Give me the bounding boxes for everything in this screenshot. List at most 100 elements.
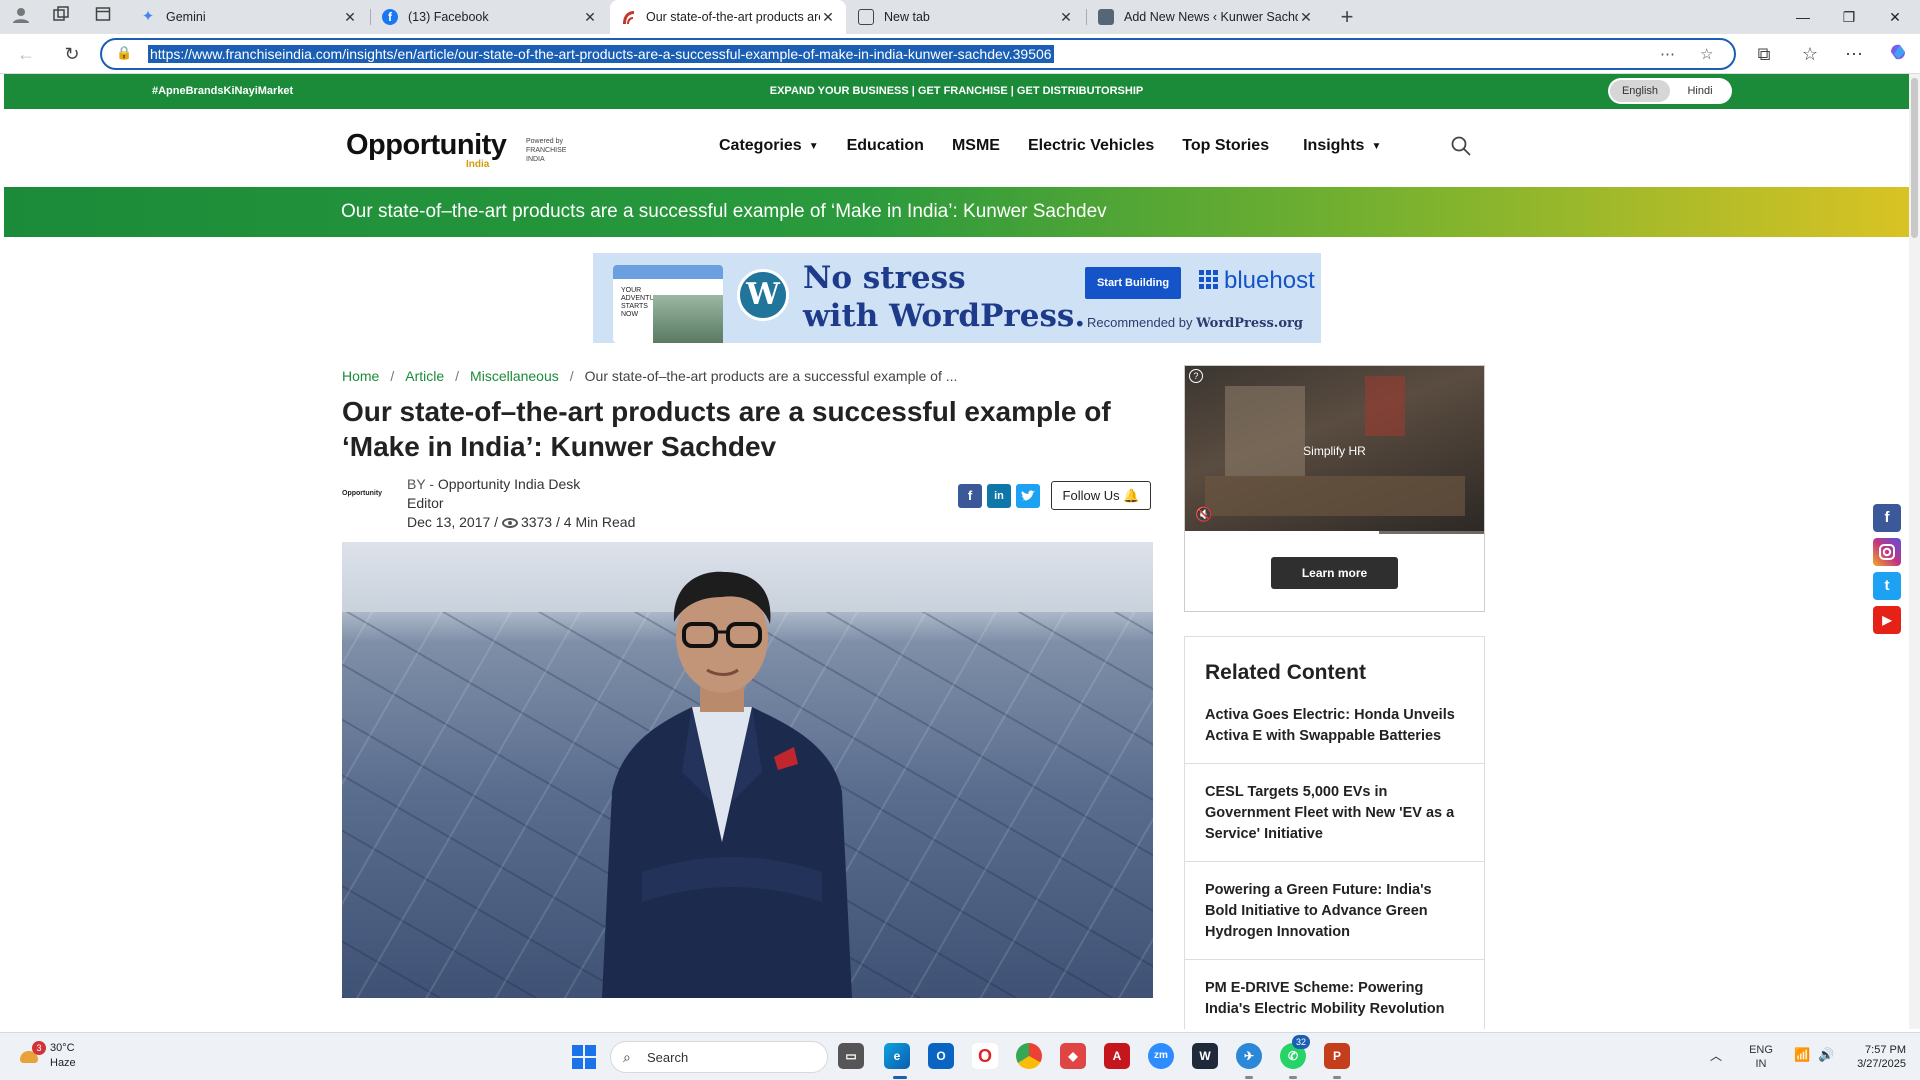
ad-recommended: Recommended by WordPress.org [1087, 315, 1303, 331]
sidebar-twitter-icon[interactable]: t [1873, 572, 1901, 600]
tab-add-new-news[interactable]: Add New News ‹ Kunwer Sachdev ✕ [1088, 0, 1324, 34]
sidebar-facebook-icon[interactable]: f [1873, 504, 1901, 532]
language-toggle[interactable]: English Hindi [1608, 78, 1732, 104]
nav-msme[interactable]: MSME [952, 137, 1000, 155]
close-window-button[interactable]: ✕ [1872, 0, 1918, 34]
logo-powered: Powered by FRANCHISE INDIA [526, 138, 567, 163]
tab-new-tab[interactable]: New tab ✕ [848, 0, 1084, 34]
workspaces-icon[interactable] [50, 6, 72, 28]
lang-line1: ENG [1749, 1044, 1773, 1056]
close-tab-icon[interactable]: ✕ [1058, 9, 1074, 26]
system-clock[interactable]: 7:57 PM 3/27/2025 [1846, 1043, 1906, 1071]
gemini-icon: ✦ [141, 8, 155, 25]
share-linkedin-icon[interactable]: in [987, 484, 1011, 508]
page-scrollbar[interactable] [1909, 74, 1920, 1029]
sidebar-youtube-icon[interactable]: ▶ [1873, 606, 1901, 634]
back-icon[interactable]: ← [14, 42, 38, 66]
bluehost-ad-banner[interactable]: YOUR ADVENTURE STARTS NOW W No stress wi… [593, 253, 1321, 343]
windows-taskbar: 3 30°C Haze ⌕ Search ▭ e O O ◆ A zm W ✈ ✆… [0, 1032, 1920, 1080]
close-tab-icon[interactable]: ✕ [1298, 9, 1314, 26]
follow-us-button[interactable]: Follow Us 🔔 [1051, 481, 1151, 510]
nav-education[interactable]: Education [847, 137, 924, 155]
weather-widget[interactable]: 3 30°C Haze [16, 1041, 76, 1071]
author-name[interactable]: Opportunity India Desk [438, 476, 580, 492]
profile-icon[interactable] [10, 6, 32, 28]
ad-website-mockup: YOUR ADVENTURE STARTS NOW [613, 265, 723, 343]
tab-label: Our state-of-the-art products are [646, 10, 820, 24]
tab-actions-icon[interactable] [92, 6, 114, 28]
close-tab-icon[interactable]: ✕ [582, 9, 598, 26]
tab-article-active[interactable]: Our state-of-the-art products are ✕ [610, 0, 846, 34]
new-tab-plus-icon[interactable]: + [1336, 6, 1358, 28]
close-tab-icon[interactable]: ✕ [342, 9, 358, 26]
share-facebook-icon[interactable]: f [958, 484, 982, 508]
bluehost-grid-icon [1199, 270, 1219, 290]
volume-icon[interactable]: 🔊 [1818, 1047, 1834, 1063]
bluehost-logo: bluehost [1199, 267, 1315, 295]
ad-info-icon[interactable]: ? [1189, 369, 1203, 383]
outlook-icon[interactable]: O [928, 1043, 954, 1069]
weather-badge: 3 [32, 1041, 46, 1055]
mute-icon[interactable]: 🔇 [1195, 506, 1212, 523]
lock-icon[interactable]: 🔒 [116, 45, 132, 61]
opera-icon[interactable]: O [972, 1043, 998, 1069]
nav-electric-vehicles[interactable]: Electric Vehicles [1028, 137, 1154, 155]
tab-facebook[interactable]: f (13) Facebook ✕ [372, 0, 608, 34]
extensions-icon[interactable]: ⧉ [1752, 42, 1776, 66]
app-icon[interactable]: W [1192, 1043, 1218, 1069]
copilot-icon[interactable] [1886, 42, 1910, 66]
related-item[interactable]: Powering a Green Future: India's Bold In… [1185, 880, 1484, 943]
related-item[interactable]: PM E-DRIVE Scheme: Powering India's Elec… [1185, 978, 1484, 1020]
input-language[interactable]: ENG IN [1746, 1043, 1776, 1071]
nav-insights[interactable]: Insights ▼ [1303, 137, 1381, 155]
address-bar[interactable]: 🔒 https://www.franchiseindia.com/insight… [100, 38, 1736, 70]
edge-icon[interactable]: e [884, 1043, 910, 1069]
learn-more-button[interactable]: Learn more [1271, 557, 1398, 589]
video-player[interactable]: ? Simplify HR 🔇 [1185, 366, 1484, 534]
chevron-up-icon[interactable]: ︿ [1710, 1047, 1722, 1064]
nav-categories[interactable]: Categories ▼ [719, 137, 819, 155]
video-ad[interactable]: ? Simplify HR 🔇 Learn more [1184, 365, 1485, 612]
start-building-button[interactable]: Start Building [1085, 267, 1181, 299]
acrobat-icon[interactable]: A [1104, 1043, 1130, 1069]
nav-top-stories[interactable]: Top Stories [1182, 137, 1269, 155]
close-tab-icon[interactable]: ✕ [820, 9, 836, 26]
breadcrumb-miscellaneous[interactable]: Miscellaneous [470, 368, 559, 384]
favorite-star-icon[interactable]: ☆ [1700, 45, 1713, 63]
lang-hindi[interactable]: Hindi [1670, 80, 1730, 102]
more-menu-icon[interactable]: ⋯ [1842, 42, 1866, 66]
related-item[interactable]: CESL Targets 5,000 EVs in Government Fle… [1185, 782, 1484, 845]
task-view-icon[interactable]: ▭ [838, 1043, 864, 1069]
refresh-icon[interactable]: ↻ [60, 42, 84, 66]
lang-english[interactable]: English [1610, 80, 1670, 102]
search-icon[interactable] [1450, 135, 1474, 159]
tab-gemini[interactable]: ✦ Gemini ✕ [130, 0, 368, 34]
anydesk-icon[interactable]: ◆ [1060, 1043, 1086, 1069]
wifi-icon[interactable]: 📶 [1794, 1047, 1810, 1063]
scroll-thumb[interactable] [1911, 78, 1918, 238]
related-item[interactable]: Activa Goes Electric: Honda Unveils Acti… [1185, 705, 1484, 747]
sidebar-instagram-icon[interactable] [1873, 538, 1901, 566]
taskbar-search-placeholder: Search [647, 1050, 689, 1065]
chrome-icon[interactable] [1016, 1043, 1042, 1069]
site-logo[interactable]: Opportunity India Powered by FRANCHISE I… [346, 129, 566, 170]
web-page: #ApneBrandsKiNayiMarket EXPAND YOUR BUSI… [4, 74, 1909, 1029]
powerpoint-icon[interactable]: P [1324, 1043, 1350, 1069]
share-twitter-icon[interactable] [1016, 484, 1040, 508]
url-text[interactable]: https://www.franchiseindia.com/insights/… [148, 45, 1054, 63]
favorites-icon[interactable]: ☆ [1798, 42, 1822, 66]
breadcrumb-article[interactable]: Article [405, 368, 444, 384]
zoom-icon[interactable]: zm [1148, 1043, 1174, 1069]
messaging-icon[interactable]: ✈ [1236, 1043, 1262, 1069]
windows-start-icon[interactable] [572, 1045, 596, 1069]
article-title-band: Our state-of–the-art products are a succ… [4, 187, 1909, 237]
breadcrumb-home[interactable]: Home [342, 368, 379, 384]
related-title: Related Content [1205, 661, 1367, 684]
minimize-button[interactable]: — [1780, 0, 1826, 34]
nav-label: Education [846, 137, 924, 154]
video-progress-bar[interactable] [1185, 531, 1484, 534]
read-aloud-icon[interactable]: ⋯ [1660, 45, 1675, 63]
restore-button[interactable]: ❐ [1826, 0, 1872, 34]
nav-label: Categories [719, 137, 802, 154]
taskbar-search[interactable]: ⌕ Search [610, 1041, 828, 1073]
